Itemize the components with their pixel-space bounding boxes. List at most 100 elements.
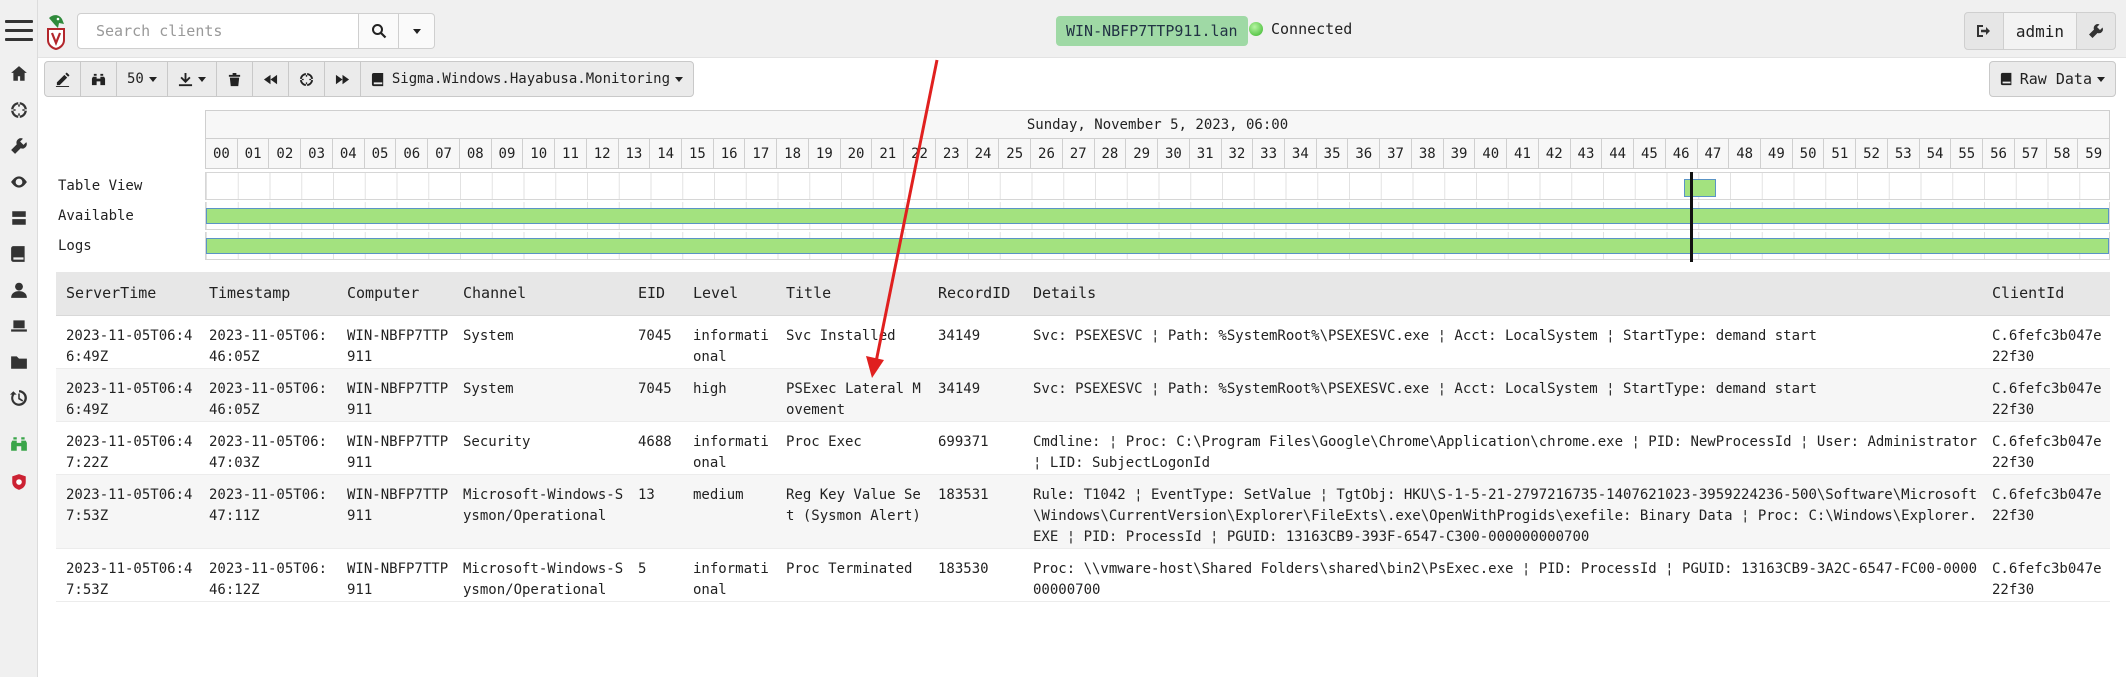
laptop-icon[interactable] [9, 316, 29, 336]
column-header[interactable]: Title [776, 272, 928, 316]
table-row[interactable]: 2023-11-05T06:47:22Z 2023-11-05T06:47:03Z… [56, 421, 2110, 475]
column-header[interactable]: ServerTime [56, 272, 199, 316]
user-icon[interactable] [9, 280, 29, 300]
timeline-table-view-marker[interactable] [1684, 179, 1716, 197]
column-header[interactable]: Timestamp [199, 272, 337, 316]
user-settings-button[interactable] [2077, 13, 2115, 49]
table-cell: Proc Exec [776, 421, 928, 475]
column-header[interactable]: Level [683, 272, 776, 316]
server-icon[interactable] [9, 208, 29, 228]
column-header[interactable]: EID [628, 272, 683, 316]
timeline-minute-label: 35 [1317, 139, 1349, 168]
table-cell: 2023-11-05T06:46:12Z [199, 548, 337, 602]
timeline-track[interactable] [205, 202, 2110, 230]
logout-button[interactable] [1965, 13, 2003, 49]
folder-icon[interactable] [9, 352, 29, 372]
table-row[interactable]: 2023-11-05T06:47:53Z 2023-11-05T06:47:11Z… [56, 474, 2110, 549]
table-row[interactable]: 2023-11-05T06:46:49Z 2023-11-05T06:46:05Z… [56, 315, 2110, 369]
timeline-minute-label: 55 [1951, 139, 1984, 168]
column-header[interactable]: ClientId [1982, 272, 2110, 316]
history-icon[interactable] [9, 388, 29, 408]
artifact-dropdown[interactable]: Sigma.Windows.Hayabusa.Monitoring [361, 62, 693, 96]
table-cell: Svc Installed [776, 315, 928, 369]
timeline-date-header: Sunday, November 5, 2023, 06:00 [205, 110, 2110, 138]
table-cell: 2023-11-05T06:47:53Z [56, 474, 199, 549]
search-options-dropdown[interactable] [399, 13, 435, 49]
edit-button[interactable] [45, 62, 81, 96]
timeline-minute-label: 25 [999, 139, 1032, 168]
center-button[interactable] [289, 62, 325, 96]
table-row[interactable]: 2023-11-05T06:46:49Z 2023-11-05T06:46:05Z… [56, 368, 2110, 422]
chevron-down-icon [197, 76, 206, 82]
binoculars-button[interactable] [81, 62, 117, 96]
backward-icon [263, 74, 277, 84]
search-button[interactable] [359, 13, 399, 49]
timeline-minute-label: 46 [1666, 139, 1698, 168]
timeline-minute-label: 52 [1856, 139, 1888, 168]
timeline-minute-label: 33 [1253, 139, 1285, 168]
table-cell: 2023-11-05T06:47:53Z [56, 548, 199, 602]
book-icon[interactable] [9, 244, 29, 264]
download-dropdown[interactable] [168, 62, 217, 96]
timeline-minute-label: 24 [968, 139, 1000, 168]
timeline-track[interactable] [205, 172, 2110, 200]
search-input[interactable] [77, 13, 359, 49]
timeline-minute-label: 08 [460, 139, 492, 168]
raw-data-dropdown[interactable]: Raw Data [1988, 61, 2116, 97]
timeline-minute-label: 12 [587, 139, 619, 168]
timeline-minute-label: 10 [523, 139, 556, 168]
shield-icon[interactable] [9, 472, 29, 492]
timeline-minute-label: 18 [777, 139, 809, 168]
table-cell: Microsoft-Windows-Sysmon/Operational [453, 548, 628, 602]
delete-button[interactable] [217, 62, 253, 96]
column-header[interactable]: RecordID [928, 272, 1023, 316]
table-cell: 699371 [928, 421, 1023, 475]
page-size-dropdown[interactable]: 50 [117, 62, 168, 96]
connection-status-label: Connected [1271, 20, 1353, 38]
table-cell: C.6fefc3b047e22f30 [1982, 474, 2110, 549]
column-header[interactable]: Details [1023, 272, 1982, 316]
timeline-logs-bar[interactable] [206, 238, 2109, 254]
column-header[interactable]: Channel [453, 272, 628, 316]
timeline-minute-label: 36 [1348, 139, 1381, 168]
table-cell: System [453, 368, 628, 422]
table-cell: 7045 [628, 315, 683, 369]
table-cell: 2023-11-05T06:46:05Z [199, 368, 337, 422]
table-cell: Svc: PSEXESVC ¦ Path: %SystemRoot%\PSEXE… [1023, 368, 1982, 422]
timeline-minute-label: 59 [2085, 145, 2103, 162]
chevron-down-icon [148, 76, 157, 82]
artifact-name: Sigma.Windows.Hayabusa.Monitoring [391, 71, 671, 87]
velociraptor-logo[interactable] [45, 14, 67, 50]
timeline-minute-label: 50 [1793, 139, 1825, 168]
wrench-icon[interactable] [9, 136, 29, 156]
client-search [77, 13, 435, 49]
table-row[interactable]: 2023-11-05T06:47:53Z 2023-11-05T06:46:12Z… [56, 548, 2110, 602]
timeline-available-bar[interactable] [206, 208, 2109, 224]
timeline-minute-label: 28 [1095, 139, 1127, 168]
username[interactable]: admin [2002, 13, 2077, 49]
table-cell: 2023-11-05T06:47:11Z [199, 474, 337, 549]
timeline-minute-label: 20 [841, 139, 873, 168]
column-header[interactable]: Computer [337, 272, 453, 316]
timeline-minute-label: 06 [396, 139, 429, 168]
crosshairs-icon[interactable] [9, 100, 29, 120]
table-cell: Microsoft-Windows-Sysmon/Operational [453, 474, 628, 549]
timeline-row-available: Available [56, 202, 2110, 230]
chevron-down-icon [412, 28, 421, 34]
home-icon[interactable] [9, 64, 29, 84]
raw-data-label: Raw Data [2019, 70, 2092, 88]
timeline-minute-label: 07 [428, 139, 460, 168]
menu-icon[interactable] [5, 20, 33, 47]
binoculars-icon[interactable] [9, 434, 29, 454]
notebook-toolbar: 50 Sigma.Windows.Hayabusa.Monitoring [44, 61, 695, 97]
page-back-button[interactable] [253, 62, 289, 96]
timeline-track[interactable] [205, 232, 2110, 260]
timeline-minute-label: 23 [936, 139, 968, 168]
page-forward-button[interactable] [325, 62, 361, 96]
eye-icon[interactable] [9, 172, 29, 192]
client-hostname-badge[interactable]: WIN-NBFP7TTP911.lan [1056, 16, 1248, 46]
table-cell: Cmdline: ¦ Proc: C:\Program Files\Google… [1023, 421, 1982, 475]
table-cell: informational [683, 315, 776, 369]
table-cell: WIN-NBFP7TTP911 [337, 368, 453, 422]
timeline-cursor[interactable] [1690, 172, 1693, 262]
